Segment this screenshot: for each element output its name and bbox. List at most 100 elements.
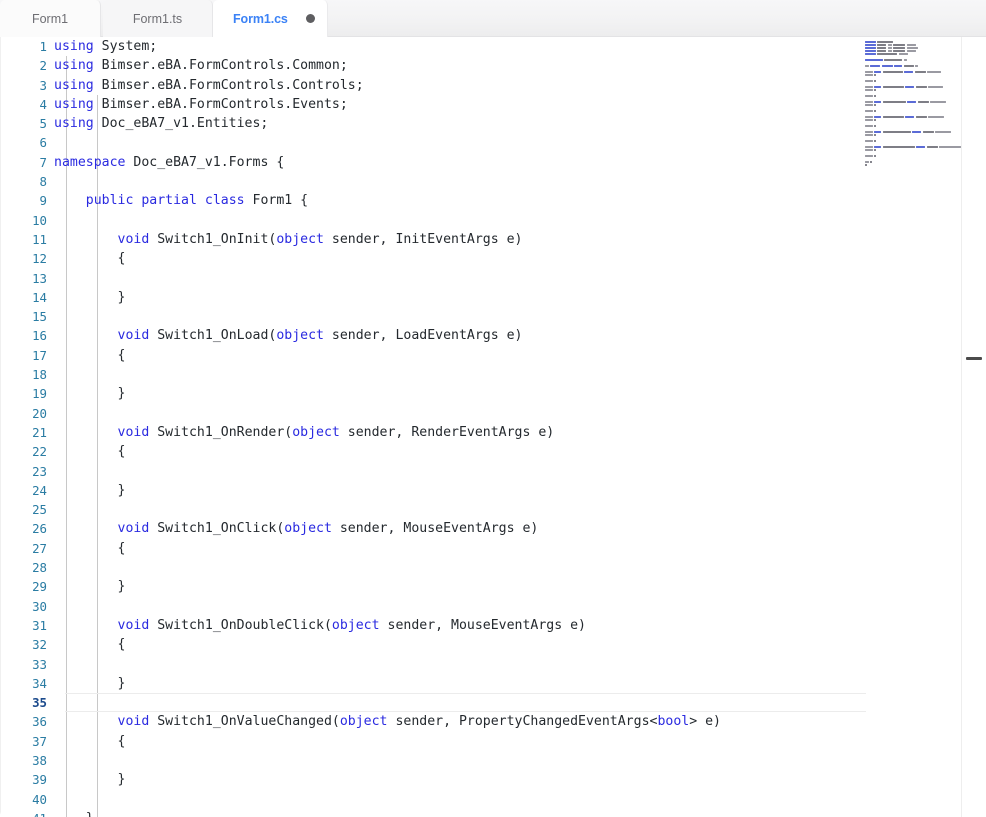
line-number: 28	[0, 558, 54, 577]
code-line[interactable]: 40	[0, 790, 962, 809]
unsaved-changes-dot[interactable]	[306, 14, 315, 23]
code-token: void	[118, 232, 150, 247]
code-line[interactable]: 5using Doc_eBA7_v1.Entities;	[0, 114, 962, 133]
code-line[interactable]: 25	[0, 500, 962, 519]
code-line[interactable]: 35	[0, 693, 962, 712]
line-number: 5	[0, 114, 54, 133]
code-line[interactable]: 7namespace Doc_eBA7_v1.Forms {	[0, 153, 962, 172]
code-line[interactable]: 8	[0, 172, 962, 191]
code-token: using	[54, 97, 94, 112]
code-line-content: }	[54, 770, 962, 789]
code-line[interactable]: 16 void Switch1_OnLoad(object sender, Lo…	[0, 326, 962, 345]
code-line[interactable]: 6	[0, 133, 962, 152]
code-line[interactable]: 1using System;	[0, 37, 962, 56]
code-line[interactable]: 2using Bimser.eBA.FormControls.Common;	[0, 56, 962, 75]
code-token: Form1 {	[245, 193, 309, 208]
code-line[interactable]: 23	[0, 462, 962, 481]
code-token: }	[54, 579, 125, 594]
code-line[interactable]: 33	[0, 655, 962, 674]
code-line[interactable]: 13	[0, 269, 962, 288]
code-token: {	[54, 348, 125, 363]
code-line[interactable]: 17 {	[0, 346, 962, 365]
code-token: void	[118, 521, 150, 536]
line-number: 30	[0, 597, 54, 616]
code-line[interactable]: 30	[0, 597, 962, 616]
scroll-position-marker[interactable]	[966, 357, 982, 360]
line-number: 27	[0, 539, 54, 558]
tab-form1[interactable]: Form1	[0, 0, 101, 37]
code-token	[54, 328, 118, 343]
code-lines[interactable]: 1using System;2using Bimser.eBA.FormCont…	[0, 37, 962, 817]
tab-form1-cs[interactable]: Form1.cs	[213, 0, 328, 37]
code-line[interactable]: 31 void Switch1_OnDoubleClick(object sen…	[0, 616, 962, 635]
code-line[interactable]: 27 {	[0, 539, 962, 558]
code-token: public	[86, 193, 134, 208]
line-number: 35	[0, 693, 54, 712]
code-line[interactable]: 24 }	[0, 481, 962, 500]
tab-label: Form1.ts	[133, 12, 182, 26]
code-line[interactable]: 22 {	[0, 442, 962, 461]
line-number: 39	[0, 770, 54, 789]
code-token	[54, 618, 118, 633]
line-number: 1	[0, 37, 54, 56]
line-number: 41	[0, 809, 54, 817]
code-line[interactable]: 37 {	[0, 732, 962, 751]
line-number: 16	[0, 326, 54, 345]
code-token: {	[54, 541, 125, 556]
vertical-scrollbar[interactable]	[962, 37, 986, 817]
code-token: object	[276, 232, 324, 247]
code-token: Bimser.eBA.FormControls.Common;	[94, 58, 348, 73]
code-line[interactable]: 15	[0, 307, 962, 326]
code-token: {	[54, 637, 125, 652]
code-token: object	[340, 714, 388, 729]
code-line-content: void Switch1_OnClick(object sender, Mous…	[54, 519, 962, 538]
code-token: Bimser.eBA.FormControls.Events;	[94, 97, 348, 112]
code-token: bool	[657, 714, 689, 729]
line-number: 17	[0, 346, 54, 365]
code-line[interactable]: 36 void Switch1_OnValueChanged(object se…	[0, 712, 962, 731]
tab-form1-ts[interactable]: Form1.ts	[103, 0, 213, 37]
code-token: object	[276, 328, 324, 343]
code-line[interactable]: 19 }	[0, 384, 962, 403]
code-line[interactable]: 12 {	[0, 249, 962, 268]
code-line[interactable]: 10	[0, 211, 962, 230]
code-line[interactable]: 41 }	[0, 809, 962, 817]
code-line[interactable]: 26 void Switch1_OnClick(object sender, M…	[0, 519, 962, 538]
code-token: {	[54, 734, 125, 749]
code-token: }	[54, 386, 125, 401]
code-line[interactable]: 11 void Switch1_OnInit(object sender, In…	[0, 230, 962, 249]
code-line-content: using Bimser.eBA.FormControls.Common;	[54, 56, 962, 75]
code-token: using	[54, 39, 94, 54]
code-token: }	[54, 772, 125, 787]
code-line[interactable]: 9 public partial class Form1 {	[0, 191, 962, 210]
code-line-content: void Switch1_OnValueChanged(object sende…	[54, 712, 962, 731]
code-line[interactable]: 32 {	[0, 635, 962, 654]
line-number: 6	[0, 133, 54, 152]
code-line-content: using Doc_eBA7_v1.Entities;	[54, 114, 962, 133]
code-line[interactable]: 34 }	[0, 674, 962, 693]
code-line[interactable]: 18	[0, 365, 962, 384]
line-number: 14	[0, 288, 54, 307]
code-token: object	[292, 425, 340, 440]
code-line[interactable]: 14 }	[0, 288, 962, 307]
code-line[interactable]: 38	[0, 751, 962, 770]
code-line[interactable]: 29 }	[0, 577, 962, 596]
code-line[interactable]: 20	[0, 404, 962, 423]
line-number: 37	[0, 732, 54, 751]
line-number: 22	[0, 442, 54, 461]
line-number: 25	[0, 500, 54, 519]
code-token: sender, InitEventArgs e)	[324, 232, 523, 247]
code-line[interactable]: 28	[0, 558, 962, 577]
code-line-content: }	[54, 577, 962, 596]
code-surface[interactable]: 1using System;2using Bimser.eBA.FormCont…	[0, 37, 962, 817]
code-line[interactable]: 39 }	[0, 770, 962, 789]
code-line[interactable]: 4using Bimser.eBA.FormControls.Events;	[0, 95, 962, 114]
code-token	[197, 193, 205, 208]
code-line[interactable]: 21 void Switch1_OnRender(object sender, …	[0, 423, 962, 442]
code-line-content: public partial class Form1 {	[54, 191, 962, 210]
code-line-content: using System;	[54, 37, 962, 56]
code-line[interactable]: 3using Bimser.eBA.FormControls.Controls;	[0, 76, 962, 95]
code-token	[54, 714, 118, 729]
code-line-content: {	[54, 442, 962, 461]
line-number: 12	[0, 249, 54, 268]
